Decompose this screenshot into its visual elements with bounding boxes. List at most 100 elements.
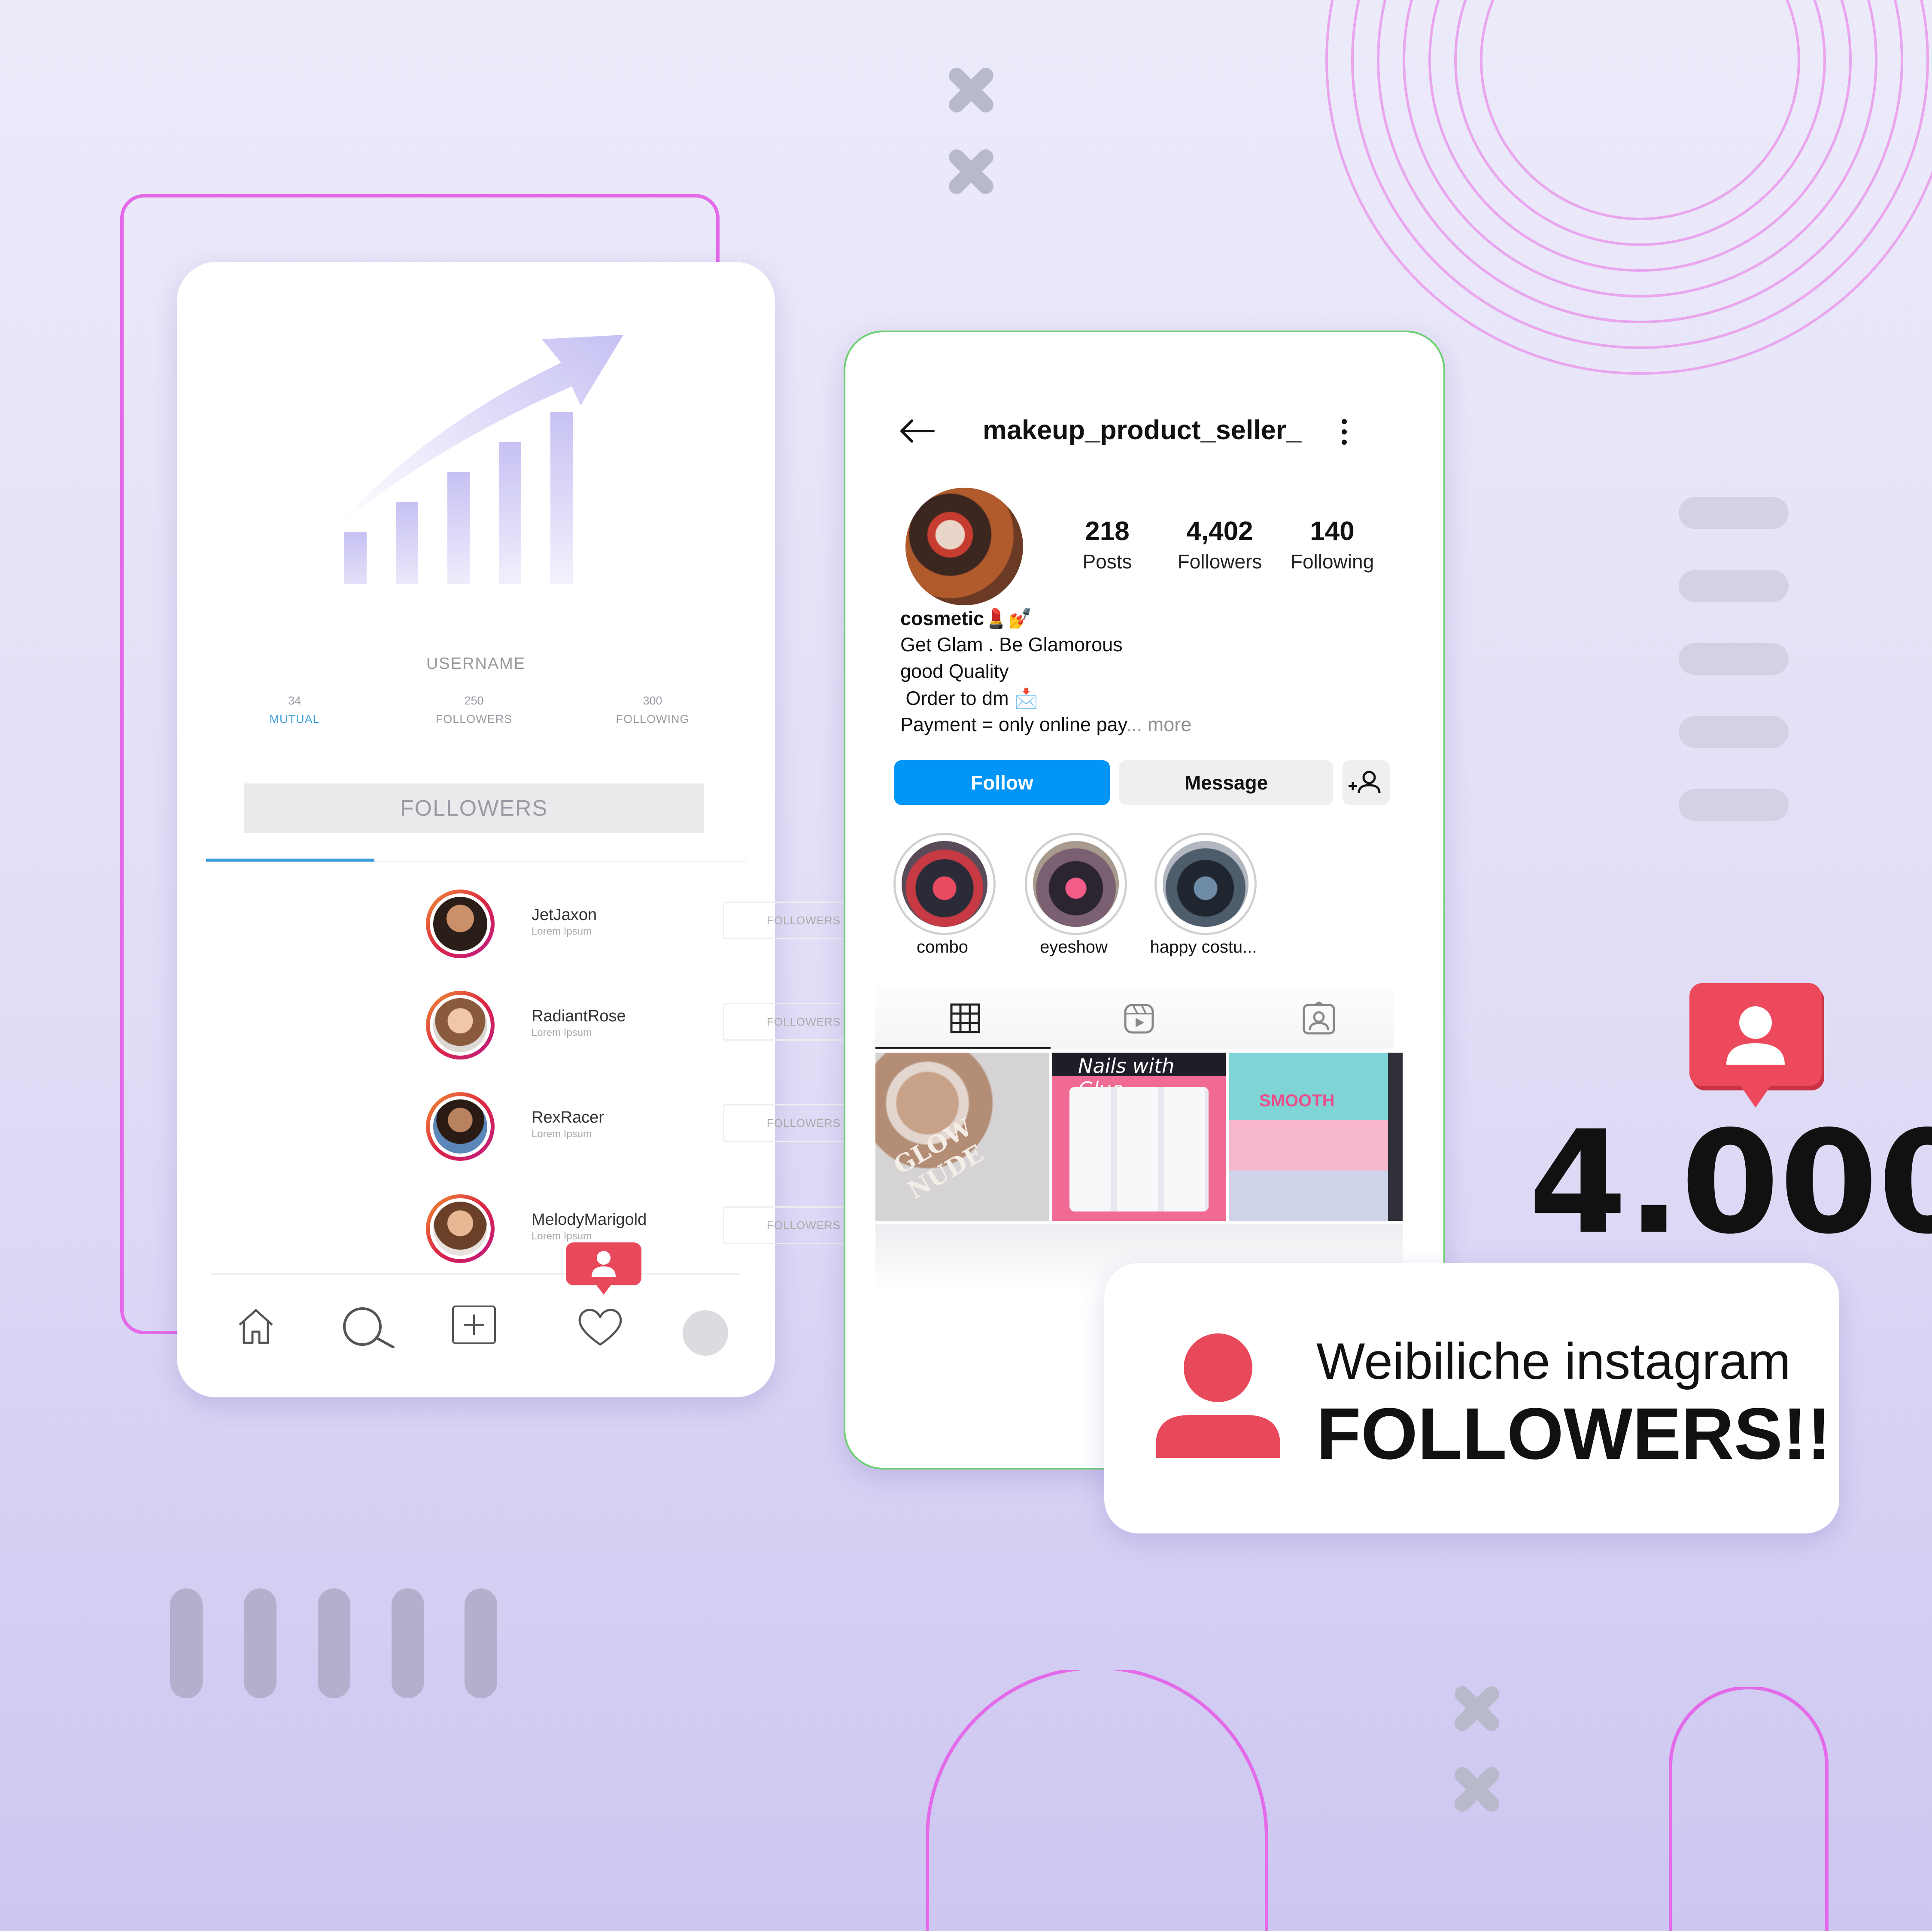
bio-more-link[interactable]: ... more xyxy=(1126,713,1192,735)
follower-row[interactable]: RexRacer Lorem Ipsum FOLLOWERS xyxy=(426,1092,885,1165)
growth-chart-illustration xyxy=(340,335,623,584)
grid-icon[interactable] xyxy=(950,1003,980,1033)
avatar[interactable] xyxy=(426,1092,495,1161)
follower-subtitle: Lorem Ipsum xyxy=(532,926,592,937)
profile-picture[interactable] xyxy=(905,488,1023,605)
bar-decoration xyxy=(318,1588,350,1698)
add-user-icon xyxy=(1349,771,1381,793)
posts-count: 218 xyxy=(1085,516,1130,546)
arch-decoration-right xyxy=(1669,1687,1829,1931)
follower-name[interactable]: RadiantRose xyxy=(532,1007,626,1026)
mutual-label[interactable]: MUTUAL xyxy=(239,713,350,726)
search-icon[interactable] xyxy=(340,1305,396,1348)
mutual-count: 34 xyxy=(288,694,301,707)
person-icon xyxy=(1156,1333,1280,1458)
canvas: { "left_phone": { "username": "USERNAME"… xyxy=(0,0,1932,1931)
following-count: 300 xyxy=(643,694,662,707)
home-icon[interactable] xyxy=(235,1306,276,1347)
profile-username: USERNAME xyxy=(426,655,526,673)
x-decoration-3 xyxy=(1451,1683,1503,1734)
post-thumbnail[interactable]: GLOW NUDE xyxy=(875,1053,1049,1221)
bio-line: Payment = only online pay xyxy=(900,713,1126,735)
follower-row[interactable]: MelodyMarigold Lorem Ipsum FOLLOWERS xyxy=(426,1194,885,1267)
following-count: 140 xyxy=(1310,516,1355,546)
followers-label[interactable]: FOLLOWERS xyxy=(418,713,530,726)
followers-tab-button[interactable]: FOLLOWERS xyxy=(244,783,704,833)
avatar[interactable] xyxy=(426,1194,495,1263)
following-stat[interactable]: 140 Following xyxy=(1276,516,1388,573)
follower-notification-badge xyxy=(1689,983,1824,1108)
bio-line: Get Glam . Be Glamorous xyxy=(900,634,1123,656)
highlight-label: combo xyxy=(916,938,969,956)
follower-subtitle: Lorem Ipsum xyxy=(532,1230,592,1242)
more-options-icon[interactable] xyxy=(1339,418,1349,446)
follower-notification-icon xyxy=(566,1242,641,1295)
posts-stat[interactable]: 218 Posts xyxy=(1051,516,1163,573)
x-decoration-2 xyxy=(945,146,997,197)
following-label: Following xyxy=(1290,550,1374,573)
back-arrow-icon[interactable] xyxy=(899,418,935,444)
follower-count-display: 4.000 xyxy=(1528,1100,1932,1265)
promo-subtitle: Weibiliche instagram xyxy=(1316,1333,1791,1390)
heart-icon[interactable] xyxy=(577,1306,623,1347)
followers-label: Followers xyxy=(1177,550,1262,573)
bio-name: cosmetic xyxy=(900,607,984,629)
pill-decoration xyxy=(1679,716,1789,748)
profile-avatar[interactable] xyxy=(683,1310,728,1356)
followers-count: 4,402 xyxy=(1186,516,1253,546)
followers-count: 250 xyxy=(464,694,484,707)
post-thumbnail[interactable]: SMOOTH xyxy=(1229,1053,1403,1221)
bar-decoration xyxy=(244,1588,276,1698)
bio-emoji: 📩 xyxy=(1014,687,1039,709)
follower-name[interactable]: JetJaxon xyxy=(532,906,597,924)
promo-banner: Weibiliche instagram FOLLOWERS!! xyxy=(1104,1263,1839,1533)
pill-decoration xyxy=(1679,643,1789,675)
message-button[interactable]: Message xyxy=(1119,760,1333,805)
following-label[interactable]: FOLLOWING xyxy=(597,713,708,726)
tagged-icon[interactable] xyxy=(1302,1002,1336,1035)
follower-name[interactable]: MelodyMarigold xyxy=(532,1211,647,1229)
avatar[interactable] xyxy=(426,890,495,958)
follower-subtitle: Lorem Ipsum xyxy=(532,1027,592,1038)
x-decoration-1 xyxy=(945,64,997,116)
follower-row[interactable]: RadiantRose Lorem Ipsum FOLLOWERS xyxy=(426,991,885,1064)
bar-decoration xyxy=(465,1588,497,1698)
grid-tab-indicator xyxy=(875,1047,1051,1049)
promo-title: FOLLOWERS!! xyxy=(1316,1393,1832,1475)
follower-row[interactable]: JetJaxon Lorem Ipsum FOLLOWERS xyxy=(426,890,885,962)
bio-line: good Quality xyxy=(900,660,1009,682)
tab-active-indicator xyxy=(206,859,374,862)
story-highlight[interactable] xyxy=(1154,833,1257,935)
highlight-image xyxy=(1163,841,1249,927)
reels-icon[interactable] xyxy=(1124,1003,1154,1034)
highlight-image xyxy=(902,841,987,927)
highlight-label: happy costu... xyxy=(1150,938,1257,956)
pill-decoration xyxy=(1679,497,1789,529)
followers-stat[interactable]: 4,402 Followers xyxy=(1164,516,1276,573)
x-decoration-4 xyxy=(1451,1764,1503,1815)
avatar[interactable] xyxy=(426,991,495,1060)
arch-decoration-center xyxy=(926,1670,1268,1931)
posts-label: Posts xyxy=(1082,550,1132,573)
bar-decoration xyxy=(392,1588,424,1698)
bio-line: Order to dm xyxy=(900,687,1009,709)
follower-subtitle: Lorem Ipsum xyxy=(532,1128,592,1140)
bio-name-emoji: 💄💅 xyxy=(984,607,1033,629)
follower-name[interactable]: RexRacer xyxy=(532,1108,604,1127)
post-text: SMOOTH xyxy=(1259,1091,1335,1110)
story-highlight[interactable] xyxy=(1025,833,1127,935)
post-text: GLOW NUDE xyxy=(889,1113,989,1205)
content-tabs xyxy=(875,987,1394,1049)
suggested-users-button[interactable] xyxy=(1343,760,1390,805)
add-post-icon[interactable] xyxy=(452,1305,496,1345)
pill-decoration xyxy=(1679,570,1789,602)
profile-username: makeup_product_seller_ xyxy=(983,415,1302,445)
followers-phone-screen: USERNAME 34 MUTUAL 250 FOLLOWERS 300 FOL… xyxy=(177,262,884,1397)
pill-decoration xyxy=(1679,789,1789,821)
bar-decoration xyxy=(170,1588,203,1698)
follow-button[interactable]: Follow xyxy=(894,760,1110,805)
post-thumbnail[interactable]: Nails with Glue xyxy=(1052,1053,1226,1221)
highlight-label: eyeshow xyxy=(1040,938,1108,956)
nav-divider xyxy=(211,1273,740,1275)
story-highlight[interactable] xyxy=(893,833,996,935)
